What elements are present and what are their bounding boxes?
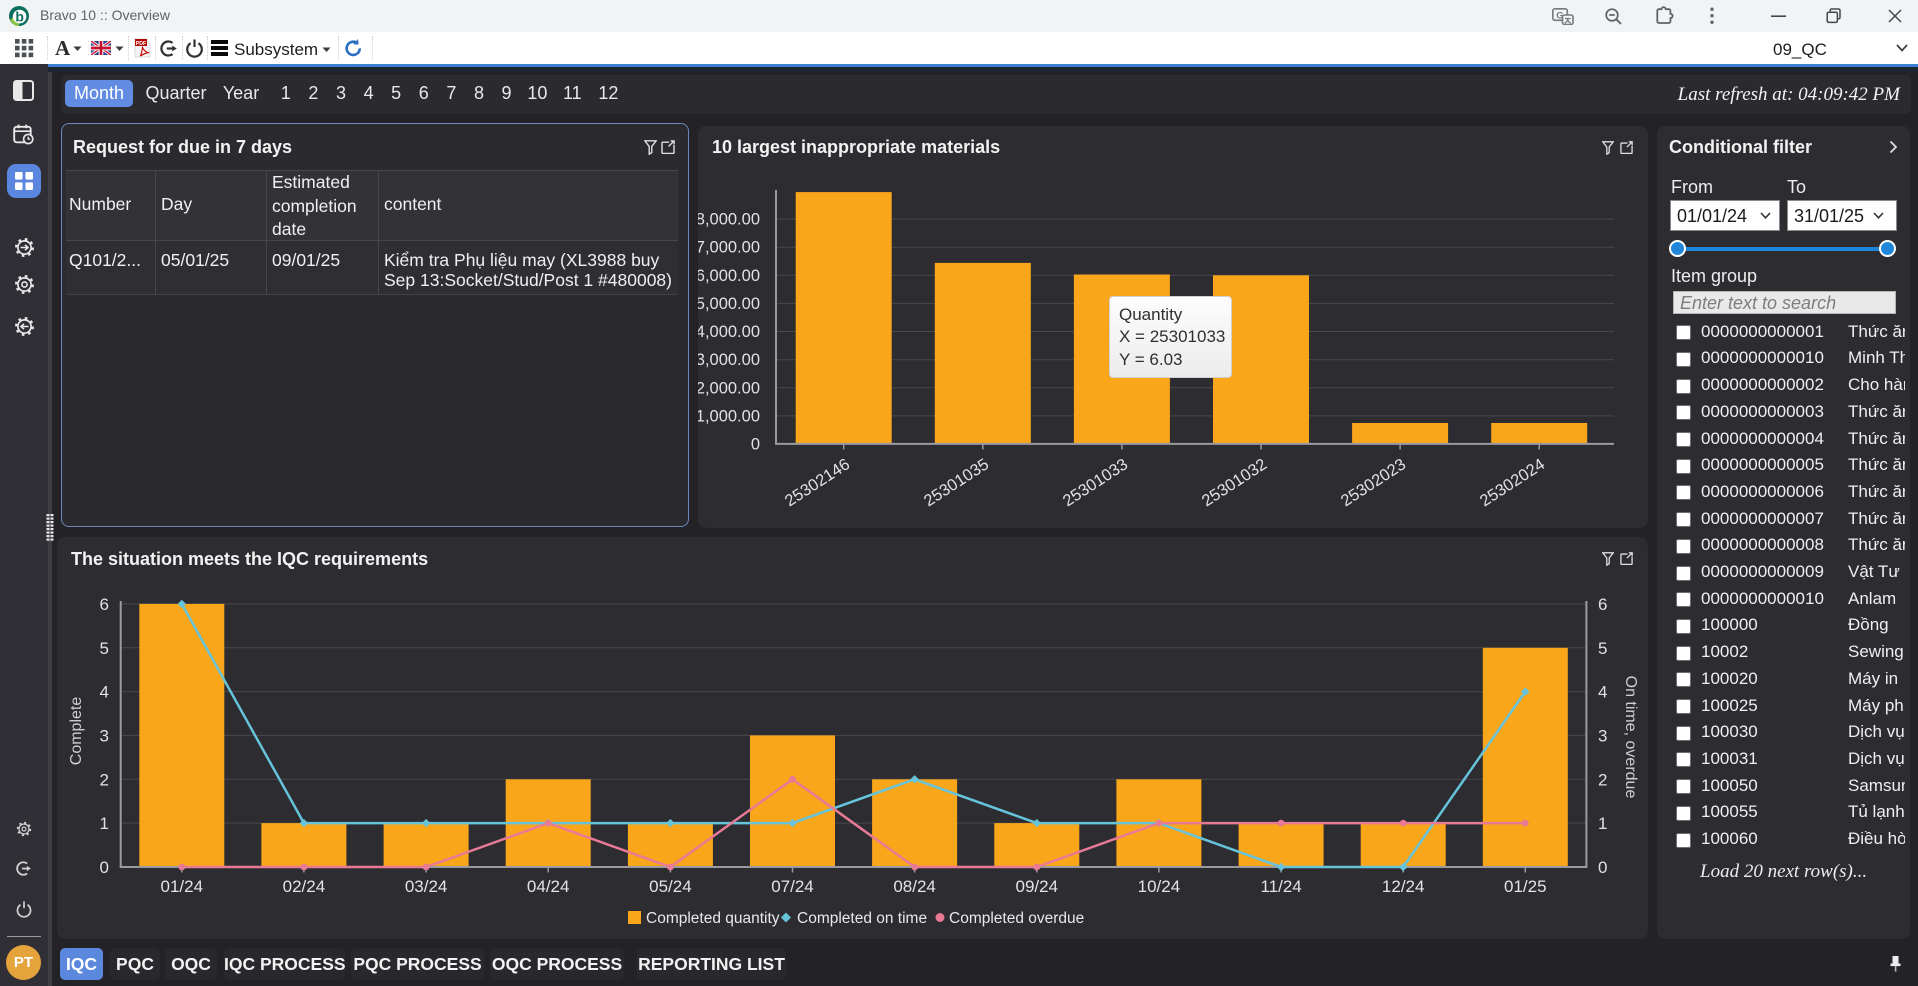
svg-text:09/24: 09/24 <box>1016 877 1059 896</box>
svg-text:0: 0 <box>1598 858 1607 877</box>
svg-text:25301033: 25301033 <box>1060 455 1131 510</box>
svg-text:25302146: 25302146 <box>782 455 853 510</box>
svg-text:PDF: PDF <box>136 41 146 47</box>
svg-text:6,000.00: 6,000.00 <box>698 267 760 285</box>
svg-text:25302024: 25302024 <box>1477 455 1548 510</box>
svg-text:7,000.00: 7,000.00 <box>698 239 760 257</box>
svg-text:Completed on time: Completed on time <box>797 910 927 927</box>
svg-text:b: b <box>15 9 24 25</box>
svg-text:Completed quantity: Completed quantity <box>646 910 780 927</box>
svg-text:Completed overdue: Completed overdue <box>949 910 1084 927</box>
svg-text:0: 0 <box>751 436 760 454</box>
svg-text:6: 6 <box>1598 595 1607 614</box>
svg-text:11/24: 11/24 <box>1260 877 1301 896</box>
svg-text:25302023: 25302023 <box>1338 455 1409 510</box>
svg-text:1,000.00: 1,000.00 <box>698 407 760 425</box>
svg-text:01/25: 01/25 <box>1504 877 1547 896</box>
svg-text:6: 6 <box>100 595 109 614</box>
svg-text:5,000.00: 5,000.00 <box>698 295 760 313</box>
svg-text:12/24: 12/24 <box>1382 877 1425 896</box>
svg-text:25301035: 25301035 <box>921 455 992 510</box>
svg-text:On time, overdue: On time, overdue <box>1622 676 1639 799</box>
svg-text:8,000.00: 8,000.00 <box>698 211 760 229</box>
svg-text:08/24: 08/24 <box>893 877 936 896</box>
svg-text:4: 4 <box>1598 683 1607 702</box>
svg-text:2,000.00: 2,000.00 <box>698 379 760 397</box>
svg-text:2: 2 <box>1598 770 1607 789</box>
svg-text:05/24: 05/24 <box>649 877 692 896</box>
svg-text:25301032: 25301032 <box>1199 455 1270 510</box>
svg-text:03/24: 03/24 <box>405 877 448 896</box>
svg-text:5: 5 <box>1598 639 1607 658</box>
svg-text:5: 5 <box>100 639 109 658</box>
svg-text:04/24: 04/24 <box>527 877 570 896</box>
svg-text:10/24: 10/24 <box>1138 877 1181 896</box>
svg-text:01/24: 01/24 <box>161 877 204 896</box>
svg-text:3: 3 <box>100 726 109 745</box>
svg-text:Complete: Complete <box>68 697 85 766</box>
svg-text:4: 4 <box>100 683 109 702</box>
svg-text:07/24: 07/24 <box>771 877 814 896</box>
svg-text:4,000.00: 4,000.00 <box>698 323 760 341</box>
svg-text:02/24: 02/24 <box>283 877 326 896</box>
svg-text:1: 1 <box>1598 814 1607 833</box>
svg-text:3: 3 <box>1598 726 1607 745</box>
svg-text:1: 1 <box>100 814 109 833</box>
svg-text:0: 0 <box>100 858 109 877</box>
svg-text:2: 2 <box>100 770 109 789</box>
svg-text:3,000.00: 3,000.00 <box>698 351 760 369</box>
